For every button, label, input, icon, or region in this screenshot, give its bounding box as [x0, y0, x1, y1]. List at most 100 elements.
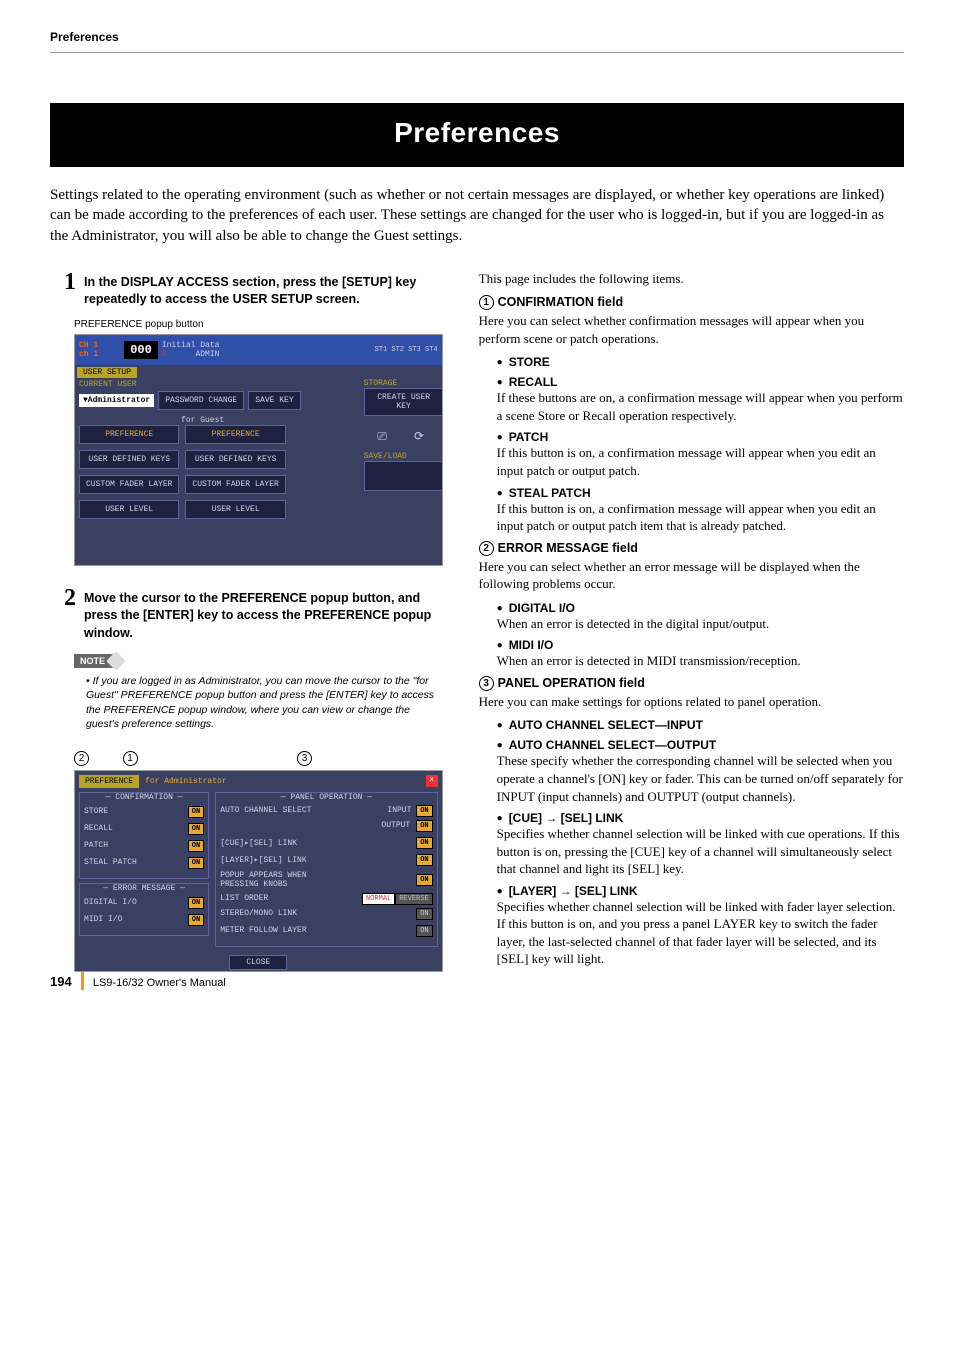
ss2-auto-ch-label: AUTO CHANNEL SELECT — [220, 806, 311, 815]
ss2-store-label: STORE — [84, 807, 108, 816]
refresh-icon: ⟳ — [414, 429, 424, 444]
ss1-saveload-button — [364, 461, 443, 491]
circled-2-icon: 2 — [479, 541, 494, 556]
ss2-store-state: ON — [188, 806, 204, 818]
ss2-output-label: OUTPUT — [381, 821, 410, 830]
ss2-error-title: — ERROR MESSAGE — — [80, 884, 208, 893]
ss2-stereo-mono-state: ON — [416, 908, 432, 920]
step-2-number: 2 — [64, 586, 76, 610]
recall-bullet: RECALL — [497, 375, 904, 389]
page-footer: 194 LS9-16/32 Owner's Manual — [50, 972, 226, 990]
midi-io-bullet: MIDI I/O — [497, 638, 904, 652]
callout-3: 3 — [297, 751, 312, 766]
header-rule — [50, 52, 904, 53]
ss1-userlevel-left: USER LEVEL — [79, 500, 179, 519]
close-icon: × — [426, 775, 438, 787]
ss2-confirmation-title: — CONFIRMATION — — [80, 793, 208, 802]
ss1-password-change: PASSWORD CHANGE — [158, 391, 244, 410]
footer-rule-icon — [81, 972, 84, 990]
ss1-ch-label: CH 1 — [79, 341, 98, 350]
panel-desc: Here you can make settings for options r… — [479, 693, 904, 711]
digital-io-bullet: DIGITAL I/O — [497, 601, 904, 615]
ss2-steal-label: STEAL PATCH — [84, 858, 137, 867]
doc-title: LS9-16/32 Owner's Manual — [93, 977, 226, 989]
ss2-steal-state: ON — [188, 857, 204, 869]
ss2-layer-sel-label: [LAYER]▸[SEL] LINK — [220, 855, 306, 865]
auto-input-bullet: AUTO CHANNEL SELECT—INPUT — [497, 718, 904, 732]
layer-sel-desc: Specifies whether channel selection will… — [497, 898, 904, 968]
ss2-midi-label: MIDI I/O — [84, 915, 122, 924]
ss1-scene-number: 000 — [124, 341, 158, 359]
ss1-cfl-right: CUSTOM FADER LAYER — [185, 475, 285, 494]
cue-sel-desc: Specifies whether channel selection will… — [497, 825, 904, 878]
callout-2: 2 — [74, 751, 89, 766]
page-number: 194 — [50, 974, 72, 989]
ss2-subtab: for Administrator — [139, 775, 233, 788]
ss2-popup-state: ON — [416, 874, 432, 886]
step-1-number: 1 — [64, 270, 76, 294]
ss2-digital-state: ON — [188, 897, 204, 909]
ss2-cue-sel-state: ON — [416, 837, 432, 849]
note-box: NOTE • If you are logged in as Administr… — [74, 652, 443, 731]
step-2-text: Move the cursor to the PREFERENCE popup … — [84, 586, 443, 643]
ss2-close-button: CLOSE — [229, 955, 287, 970]
error-field-head: 2ERROR MESSAGE field — [479, 541, 904, 556]
ss2-tab: PREFERENCE — [79, 775, 139, 788]
store-bullet: STORE — [497, 355, 904, 369]
ss1-cfl-left: CUSTOM FADER LAYER — [79, 475, 179, 494]
ss1-tab: USER SETUP — [77, 367, 137, 378]
page-title: Preferences — [50, 103, 904, 167]
ss2-recall-state: ON — [188, 823, 204, 835]
patch-bullet: PATCH — [497, 430, 904, 444]
ss1-udk-left: USER DEFINED KEYS — [79, 450, 179, 469]
ss2-patch-state: ON — [188, 840, 204, 852]
preference-popup-screenshot: PREFERENCE for Administrator × — CONFIRM… — [74, 770, 443, 972]
ss2-panel-title: — PANEL OPERATION — — [216, 793, 436, 802]
ss1-storage-label: STORAGE — [364, 379, 438, 388]
ss2-midi-state: ON — [188, 914, 204, 926]
ss2-list-order-label: LIST ORDER — [220, 894, 268, 903]
ss1-userlevel-right: USER LEVEL — [185, 500, 285, 519]
ss2-patch-label: PATCH — [84, 841, 108, 850]
ss1-scene-sub: R — [162, 350, 167, 359]
confirmation-field-head: 1CONFIRMATION field — [479, 295, 904, 310]
ss1-preference-right: PREFERENCE — [185, 425, 285, 444]
ss1-preference-left: PREFERENCE — [79, 425, 179, 444]
store-recall-desc: If these buttons are on, a confirmation … — [497, 389, 904, 424]
ss1-saveload-label: SAVE/LOAD — [364, 452, 438, 461]
ss2-cue-sel-label: [CUE]▸[SEL] LINK — [220, 838, 297, 848]
ss1-admin-badge: ▼Administrator — [79, 394, 154, 407]
note-tag: NOTE — [74, 654, 113, 668]
midi-io-desc: When an error is detected in MIDI transm… — [497, 652, 904, 670]
note-body: • If you are logged in as Administrator,… — [74, 668, 443, 731]
ss2-stereo-mono-label: STEREO/MONO LINK — [220, 909, 297, 918]
intro-paragraph: Settings related to the operating enviro… — [50, 185, 904, 246]
ss2-list-reverse: REVERSE — [395, 893, 432, 905]
auto-output-bullet: AUTO CHANNEL SELECT—OUTPUT — [497, 738, 904, 752]
ss2-popup-label: POPUP APPEARS WHEN PRESSING KNOBS — [220, 871, 330, 889]
confirmation-desc: Here you can select whether confirmation… — [479, 312, 904, 347]
ss2-input-state: ON — [416, 805, 432, 817]
auto-desc: These specify whether the corresponding … — [497, 752, 904, 805]
ss2-digital-label: DIGITAL I/O — [84, 898, 137, 907]
right-lead: This page includes the following items. — [479, 270, 904, 288]
circled-1-icon: 1 — [479, 295, 494, 310]
ss1-ch-sub: ch 1 — [79, 350, 98, 359]
ss2-layer-sel-state: ON — [416, 854, 432, 866]
step-2: 2 Move the cursor to the PREFERENCE popu… — [50, 586, 443, 643]
ss1-meter-labels: ST1 ST2 ST3 ST4 — [375, 346, 438, 354]
screenshot-1-caption: PREFERENCE popup button — [74, 319, 443, 330]
running-header: Preferences — [50, 30, 904, 44]
usb-icon: ⎚ — [377, 430, 387, 444]
ss1-scene-name: Initial Data — [162, 341, 220, 350]
cue-sel-bullet: [CUE] → [SEL] LINK — [497, 811, 904, 825]
steal-patch-bullet: STEAL PATCH — [497, 486, 904, 500]
step-1-text: In the DISPLAY ACCESS section, press the… — [84, 270, 443, 309]
ss1-save-key: SAVE KEY — [248, 391, 300, 410]
ss2-meter-follow-state: ON — [416, 925, 432, 937]
ss2-recall-label: RECALL — [84, 824, 113, 833]
error-desc: Here you can select whether an error mes… — [479, 558, 904, 593]
digital-io-desc: When an error is detected in the digital… — [497, 615, 904, 633]
ss2-output-state: ON — [416, 820, 432, 832]
patch-desc: If this button is on, a confirmation mes… — [497, 444, 904, 479]
